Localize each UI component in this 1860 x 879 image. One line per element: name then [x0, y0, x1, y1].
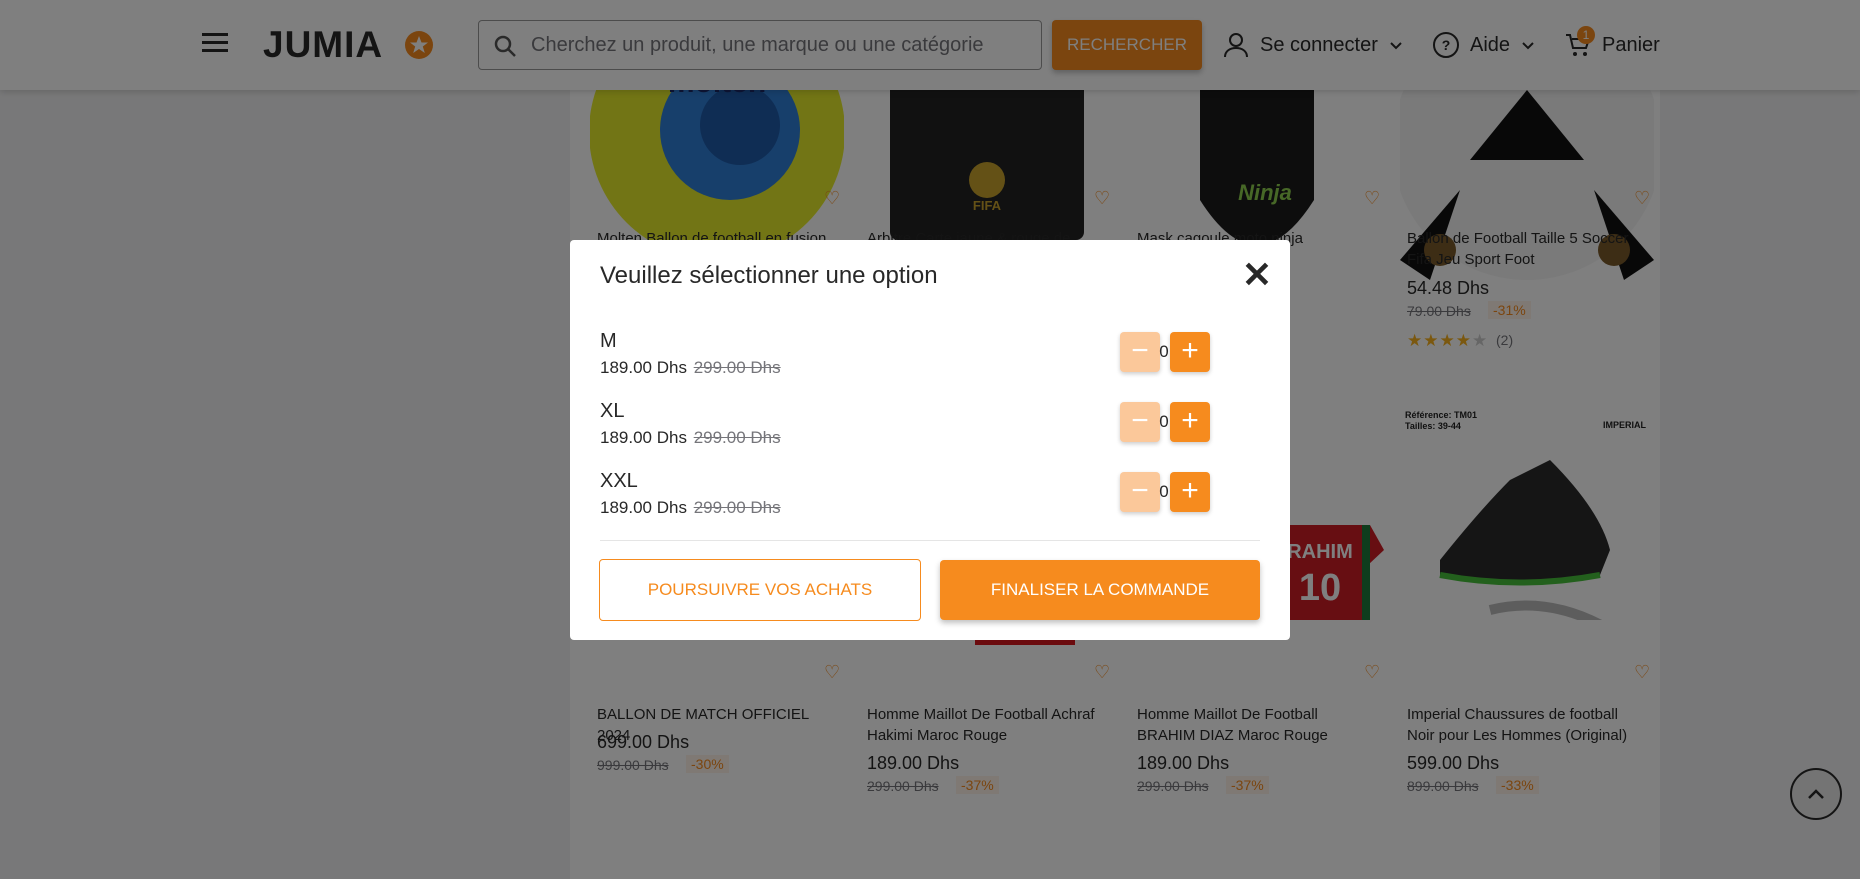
close-icon[interactable]: ✕ [1240, 257, 1274, 293]
size-label: M [600, 330, 617, 352]
size-option-row: XL 189.00 Dhs 299.00 Dhs − 0 + [600, 400, 1260, 460]
old-price: 299.00 Dhs [693, 498, 781, 517]
current-price: 189.00 Dhs [600, 498, 687, 517]
increase-button[interactable]: + [1170, 332, 1210, 372]
old-price: 299.00 Dhs [693, 358, 781, 377]
current-price: 189.00 Dhs [600, 428, 687, 447]
increase-button[interactable]: + [1170, 472, 1210, 512]
size-option-row: XXL 189.00 Dhs 299.00 Dhs − 0 + [600, 470, 1260, 530]
size-label: XL [600, 400, 625, 422]
increase-button[interactable]: + [1170, 402, 1210, 442]
size-price: 189.00 Dhs 299.00 Dhs [600, 358, 781, 378]
current-price: 189.00 Dhs [600, 358, 687, 377]
size-price: 189.00 Dhs 299.00 Dhs [600, 498, 781, 518]
size-option-row: M 189.00 Dhs 299.00 Dhs − 0 + [600, 330, 1260, 390]
modal-title: Veuillez sélectionner une option [600, 262, 938, 289]
divider [600, 540, 1260, 541]
checkout-button[interactable]: FINALISER LA COMMANDE [940, 560, 1260, 620]
size-price: 189.00 Dhs 299.00 Dhs [600, 428, 781, 448]
continue-shopping-button[interactable]: POURSUIVRE VOS ACHATS [599, 559, 921, 621]
size-label: XXL [600, 470, 638, 492]
old-price: 299.00 Dhs [693, 428, 781, 447]
option-select-modal: Veuillez sélectionner une option ✕ M 189… [570, 240, 1290, 640]
